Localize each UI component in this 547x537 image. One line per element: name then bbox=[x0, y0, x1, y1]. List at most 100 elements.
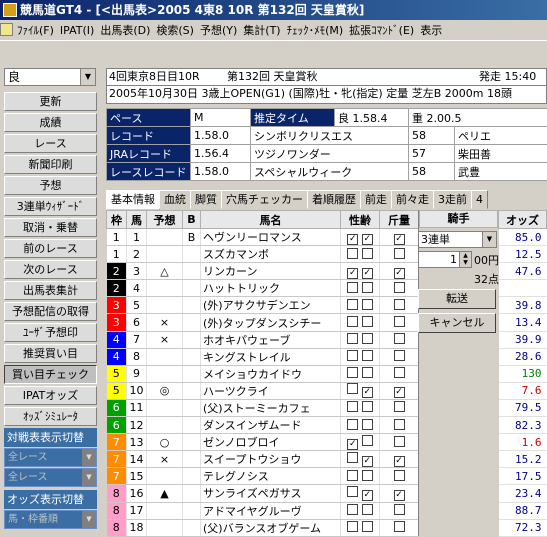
prediction-mark[interactable]: △ bbox=[146, 262, 183, 281]
checkbox[interactable] bbox=[361, 350, 373, 362]
track-condition-select[interactable]: 良 ▼ bbox=[4, 68, 96, 86]
sidebar-button-14[interactable]: IPATオッズ bbox=[4, 386, 97, 405]
menu-item-0[interactable]: ﾌｧｲﾙ(F) bbox=[15, 20, 58, 40]
sidebar-button-4[interactable]: 予想 bbox=[4, 176, 97, 195]
transfer-button[interactable]: 転送 bbox=[418, 289, 496, 309]
checkbox[interactable] bbox=[393, 504, 405, 516]
odds-order-select[interactable]: 馬・枠番順 ▼ bbox=[4, 510, 97, 529]
checkbox[interactable]: ✓ bbox=[347, 233, 359, 245]
prediction-mark[interactable]: × bbox=[146, 331, 183, 349]
table-row[interactable]: 7 14 × スイープトウショウ ✓ ✓ bbox=[106, 450, 419, 469]
checkbox[interactable]: ✓ bbox=[393, 387, 405, 399]
table-row[interactable]: 1 2 スズカマンボ bbox=[106, 245, 419, 264]
table-row[interactable]: 4 8 キングストレイル bbox=[106, 348, 419, 366]
checkbox[interactable] bbox=[347, 401, 359, 413]
checkbox[interactable] bbox=[347, 504, 359, 516]
checkbox[interactable] bbox=[347, 469, 359, 481]
horse-name[interactable]: ホオキパウェーブ bbox=[200, 331, 341, 349]
horse-name[interactable]: スズカマンボ bbox=[200, 245, 341, 264]
checkbox[interactable]: ✓ bbox=[393, 267, 405, 279]
prediction-mark[interactable]: ▲ bbox=[146, 484, 183, 503]
col-odds[interactable]: オッズ bbox=[498, 210, 547, 229]
tab-7[interactable]: 3走前 bbox=[433, 190, 472, 209]
checkbox[interactable] bbox=[361, 418, 373, 430]
checkbox[interactable] bbox=[361, 434, 373, 446]
prediction-mark[interactable] bbox=[146, 348, 183, 366]
checkbox[interactable] bbox=[393, 367, 405, 379]
table-row[interactable]: 2 4 ハットトリック bbox=[106, 279, 419, 298]
prediction-mark[interactable] bbox=[146, 416, 183, 435]
prediction-mark[interactable]: × bbox=[146, 450, 183, 469]
table-row[interactable]: 7 13 ○ ゼンノロブロイ ✓ bbox=[106, 433, 419, 452]
checkbox[interactable] bbox=[361, 298, 373, 310]
taisen-select-0[interactable]: 全レース ▼ bbox=[4, 448, 97, 467]
col-horse-name[interactable]: 馬名 bbox=[200, 210, 341, 229]
spinner-icon[interactable]: ▲ ▼ bbox=[459, 252, 471, 267]
sidebar-button-6[interactable]: 取消・乗替 bbox=[4, 218, 97, 237]
sidebar-button-11[interactable]: ﾕｰｻﾞ予想印 bbox=[4, 323, 97, 342]
horse-name[interactable]: リンカーン bbox=[200, 262, 341, 281]
amount-stepper[interactable]: 1 ▲ ▼ bbox=[418, 251, 472, 268]
checkbox[interactable] bbox=[347, 485, 359, 497]
checkbox[interactable] bbox=[347, 281, 359, 293]
table-row[interactable]: 1 1 B ヘヴンリーロマンス ✓ ✓ ✓ bbox=[106, 228, 419, 247]
table-row[interactable]: 6 12 ダンスインザムード bbox=[106, 416, 419, 435]
checkbox[interactable] bbox=[347, 247, 359, 259]
sidebar-button-15[interactable]: ｵｯｽﾞｼﾐｭﾚｰﾀ bbox=[4, 407, 97, 426]
checkbox[interactable] bbox=[393, 316, 405, 328]
col-uma[interactable]: 馬 bbox=[126, 210, 147, 229]
sidebar-button-8[interactable]: 次のレース bbox=[4, 260, 97, 279]
checkbox[interactable] bbox=[393, 435, 405, 447]
checkbox[interactable] bbox=[393, 247, 405, 259]
menu-item-6[interactable]: ﾁｪｯｸ･ﾒﾓ(M) bbox=[285, 20, 348, 40]
checkbox[interactable] bbox=[393, 521, 405, 533]
table-row[interactable]: 3 6 × (外)タップダンスシチー bbox=[106, 313, 419, 332]
tab-8[interactable]: 4 bbox=[471, 190, 488, 209]
sidebar-button-3[interactable]: 新聞印刷 bbox=[4, 155, 97, 174]
checkbox[interactable] bbox=[347, 316, 359, 328]
menu-item-5[interactable]: 集計(T) bbox=[241, 20, 284, 40]
menu-item-1[interactable]: IPAT(I) bbox=[58, 20, 98, 40]
checkbox[interactable] bbox=[393, 281, 405, 293]
tab-4[interactable]: 着順履歴 bbox=[307, 190, 361, 209]
checkbox[interactable]: ✓ bbox=[393, 455, 405, 467]
checkbox[interactable] bbox=[393, 333, 405, 345]
col-b[interactable]: B bbox=[182, 210, 201, 229]
prediction-mark[interactable]: ◎ bbox=[146, 382, 183, 400]
table-row[interactable]: 8 18 (父)バランスオブゲーム bbox=[106, 519, 419, 537]
menu-item-3[interactable]: 検索(S) bbox=[154, 20, 198, 40]
checkbox[interactable] bbox=[361, 316, 373, 328]
tab-6[interactable]: 前々走 bbox=[391, 190, 434, 209]
checkbox[interactable]: ✓ bbox=[393, 233, 405, 245]
horse-name[interactable]: ヘヴンリーロマンス bbox=[200, 228, 341, 247]
prediction-mark[interactable] bbox=[146, 399, 183, 418]
checkbox[interactable] bbox=[393, 401, 405, 413]
tab-0[interactable]: 基本情報 bbox=[106, 190, 160, 210]
checkbox[interactable] bbox=[393, 298, 405, 310]
sidebar-button-10[interactable]: 予想配信の取得 bbox=[4, 302, 97, 321]
checkbox[interactable] bbox=[361, 333, 373, 345]
table-row[interactable]: 4 7 × ホオキパウェーブ bbox=[106, 331, 419, 349]
checkbox[interactable] bbox=[361, 367, 373, 379]
table-row[interactable]: 5 10 ◎ ハーツクライ ✓ ✓ bbox=[106, 382, 419, 400]
horse-name[interactable]: (外)タップダンスシチー bbox=[200, 313, 341, 332]
checkbox[interactable] bbox=[347, 418, 359, 430]
sidebar-button-1[interactable]: 成績 bbox=[4, 113, 97, 132]
checkbox[interactable] bbox=[361, 469, 373, 481]
tab-1[interactable]: 血統 bbox=[159, 190, 191, 209]
taisen-select-1[interactable]: 全レース ▼ bbox=[4, 468, 97, 487]
tab-5[interactable]: 前走 bbox=[360, 190, 392, 209]
sidebar-button-2[interactable]: レース bbox=[4, 134, 97, 153]
prediction-mark[interactable] bbox=[146, 245, 183, 264]
horse-name[interactable]: ダンスインザムード bbox=[200, 416, 341, 435]
horse-name[interactable]: (父)バランスオブゲーム bbox=[200, 519, 341, 537]
table-row[interactable]: 5 9 メイショウカイドウ bbox=[106, 365, 419, 383]
horse-name[interactable]: ゼンノロブロイ bbox=[200, 433, 341, 452]
app-menu-icon[interactable] bbox=[0, 23, 13, 36]
checkbox[interactable] bbox=[347, 521, 359, 533]
checkbox[interactable] bbox=[361, 247, 373, 259]
prediction-mark[interactable] bbox=[146, 519, 183, 537]
table-row[interactable]: 6 11 (父)ストーミーカフェ bbox=[106, 399, 419, 418]
col-weight[interactable]: 斤量 bbox=[379, 210, 419, 229]
table-row[interactable]: 7 15 テレグノシス bbox=[106, 467, 419, 486]
